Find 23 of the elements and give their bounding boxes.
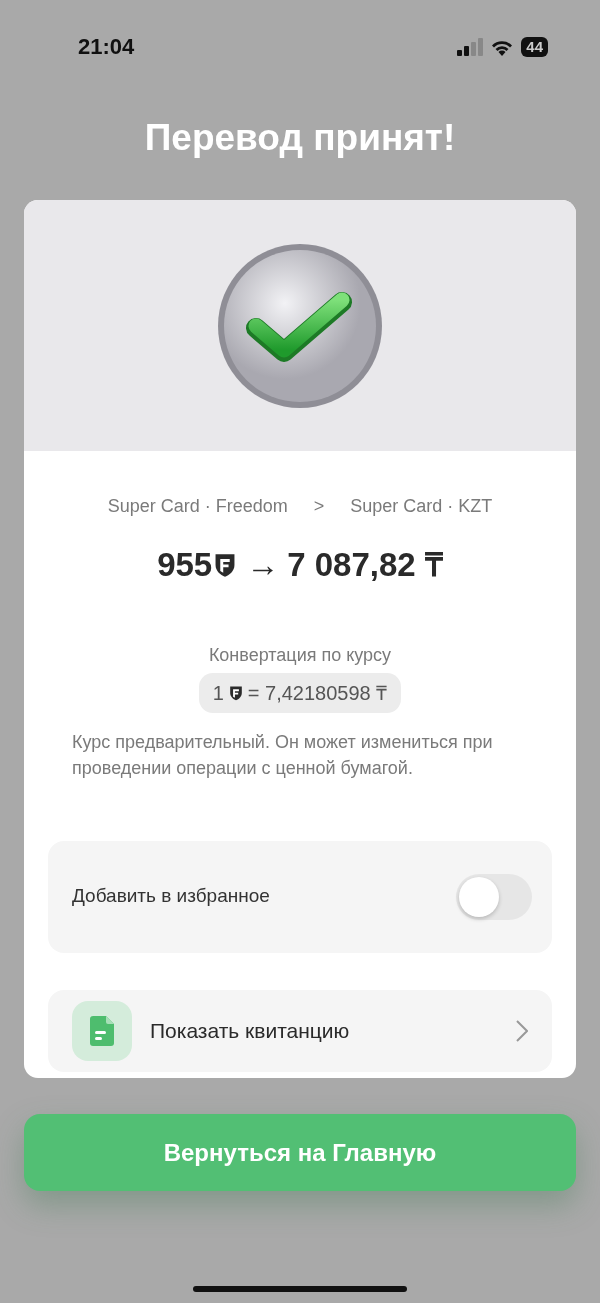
target-account: Super Card · KZT (350, 495, 493, 518)
status-time: 21:04 (78, 33, 135, 61)
favorite-toggle[interactable] (456, 873, 532, 920)
battery-level: 44 (521, 37, 548, 57)
conversion-label: Конвертация по курсу (207, 643, 393, 667)
favorite-label: Добавить в избранное (72, 884, 270, 909)
rate-note: Курс предварительный. Он может измениться при проведении операции с ценной бумагой. (72, 730, 494, 780)
receipt-row[interactable]: Показать квитанцию (48, 989, 552, 1072)
wifi-icon (490, 38, 515, 56)
signal-icon (457, 38, 484, 56)
document-icon (90, 1015, 114, 1046)
currency-shield-icon (227, 684, 244, 701)
arrow-text: → (246, 545, 280, 585)
source-account: Super Card · Freedom (107, 495, 288, 518)
rate-from: 1 (212, 680, 224, 706)
page-title: Перевод принят! (143, 116, 457, 160)
amount-sent: 955 (157, 545, 213, 585)
rate-to: = 7,42180598 ₸ (247, 680, 388, 706)
receipt-label: Показать квитанцию (150, 1017, 351, 1044)
checkmark-icon (216, 241, 384, 410)
chevron-text: > (313, 495, 325, 518)
chevron-right-icon (516, 1019, 528, 1042)
amount-received: 7 087,82 ₸ (287, 545, 443, 585)
